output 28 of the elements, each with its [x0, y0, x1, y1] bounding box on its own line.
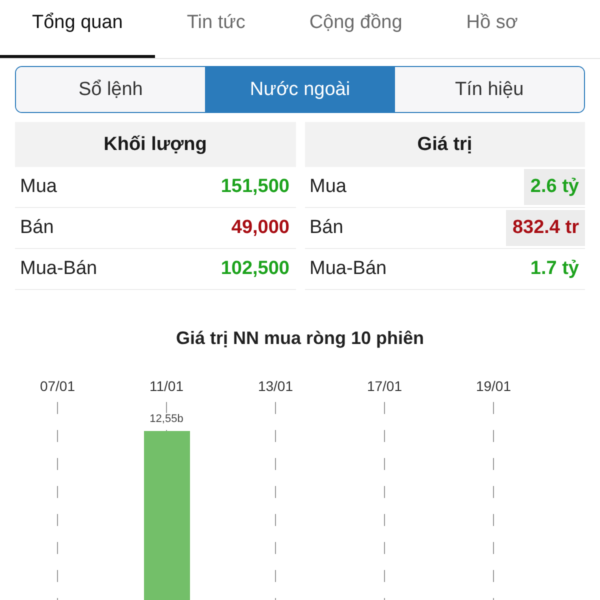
date-label: 07/01: [40, 377, 76, 396]
nav-tab[interactable]: Cộng đồng: [277, 0, 434, 58]
table-heading: Giá trị: [304, 122, 585, 167]
segment-tab[interactable]: Tín hiệu: [394, 67, 584, 112]
date-label: 11/01: [150, 377, 184, 396]
row-value: 49,000: [230, 216, 290, 240]
bar-value-label: 12,55b: [150, 413, 184, 426]
nav-tab[interactable]: Hồ sơ: [434, 0, 550, 58]
date-label: 19/01: [476, 377, 512, 396]
date-label: 17/01: [366, 377, 402, 396]
segment-tab[interactable]: Sổ lệnh: [16, 67, 206, 112]
segment-tab[interactable]: Nước ngoài: [205, 67, 395, 112]
row-label: Mua-Bán: [310, 258, 387, 280]
row-value: 832.4 tr: [506, 210, 585, 246]
nav-tab[interactable]: Tổng quan: [0, 0, 155, 58]
row-label: Mua: [310, 176, 346, 198]
row-value: 102,500: [220, 257, 290, 281]
date-label: 13/01: [258, 377, 294, 396]
row-label: Bán: [20, 217, 54, 239]
row-label: Mua-Bán: [20, 258, 98, 280]
nav-tab[interactable]: Tin tức: [154, 0, 278, 58]
row-value: 2.6 tỷ: [524, 169, 585, 205]
table-heading: Khối lượng: [15, 122, 296, 167]
chart-title: Giá trị NN mua ròng 10 phiên: [174, 328, 426, 349]
row-value: 1.7 tỷ: [529, 257, 580, 281]
row-label: Bán: [310, 217, 344, 239]
row-label: Mua: [20, 176, 57, 198]
row-value: 151,500: [220, 175, 290, 199]
